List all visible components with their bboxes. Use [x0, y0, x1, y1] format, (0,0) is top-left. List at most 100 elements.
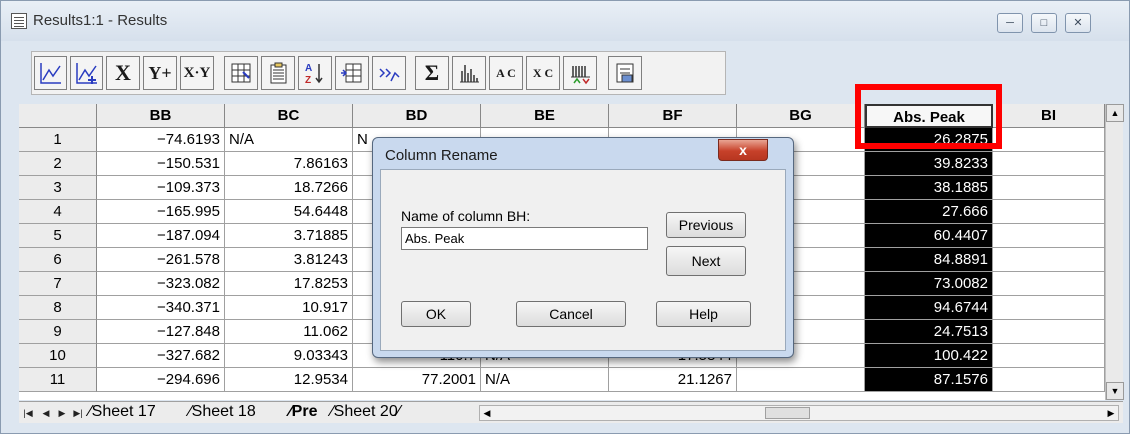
cell-bc[interactable]: 3.81243 — [225, 248, 353, 272]
cell-bi[interactable] — [993, 128, 1105, 152]
cell-be[interactable]: N/A — [481, 368, 609, 392]
row-number[interactable]: 3 — [19, 176, 97, 200]
column-header[interactable]: BF — [609, 104, 737, 128]
cell-abs-peak[interactable]: 27.666 — [865, 200, 993, 224]
cell-bf[interactable]: 21.1267 — [609, 368, 737, 392]
horizontal-scrollbar[interactable]: ◀ ▶ — [479, 405, 1119, 421]
cell-bi[interactable] — [993, 176, 1105, 200]
cell-abs-peak[interactable]: 60.4407 — [865, 224, 993, 248]
cell-bb[interactable]: −261.578 — [97, 248, 225, 272]
export-icon[interactable] — [608, 56, 642, 90]
cell-bb[interactable]: −165.995 — [97, 200, 225, 224]
cell-bi[interactable] — [993, 344, 1105, 368]
line-plot-add-icon[interactable] — [70, 56, 103, 90]
histogram-icon[interactable] — [452, 56, 486, 90]
first-sheet-icon[interactable]: |◀ — [21, 405, 35, 421]
scroll-left-icon[interactable]: ◀ — [480, 406, 494, 420]
xy-column-button[interactable]: X·Y — [180, 56, 214, 90]
row-number[interactable]: 6 — [19, 248, 97, 272]
cell-bb[interactable]: −150.531 — [97, 152, 225, 176]
cell-bb[interactable]: −327.682 — [97, 344, 225, 368]
cell-abs-peak[interactable]: 94.6744 — [865, 296, 993, 320]
cell-bc[interactable]: 12.9534 — [225, 368, 353, 392]
cell-bb[interactable]: −323.082 — [97, 272, 225, 296]
cell-bc[interactable]: N/A — [225, 128, 353, 152]
dialog-close-icon[interactable]: x — [718, 139, 768, 161]
cell-abs-peak[interactable]: 38.1885 — [865, 176, 993, 200]
sum-button[interactable]: Σ — [415, 56, 449, 90]
scroll-thumb[interactable] — [765, 407, 810, 419]
row-number[interactable]: 10 — [19, 344, 97, 368]
column-name-input[interactable] — [401, 227, 648, 250]
next-button[interactable]: Next — [666, 246, 746, 276]
scroll-down-icon[interactable]: ▼ — [1106, 382, 1124, 400]
prev-sheet-icon[interactable]: ◀ — [39, 405, 53, 421]
cell-bb[interactable]: −340.371 — [97, 296, 225, 320]
row-number[interactable]: 8 — [19, 296, 97, 320]
cell-bi[interactable] — [993, 152, 1105, 176]
cell-bc[interactable]: 18.7266 — [225, 176, 353, 200]
row-number[interactable]: 7 — [19, 272, 97, 296]
cell-bg[interactable] — [737, 368, 865, 392]
column-header[interactable]: BE — [481, 104, 609, 128]
row-number[interactable]: 1 — [19, 128, 97, 152]
paste-icon[interactable] — [261, 56, 295, 90]
insert-column-icon[interactable] — [335, 56, 369, 90]
next-sheet-icon[interactable]: ▶ — [55, 405, 69, 421]
cell-bc[interactable]: 7.86163 — [225, 152, 353, 176]
cell-abs-peak[interactable]: 24.7513 — [865, 320, 993, 344]
x-column-button[interactable]: X — [106, 56, 140, 90]
row-number[interactable]: 11 — [19, 368, 97, 392]
line-plot-icon[interactable] — [34, 56, 67, 90]
cell-bc[interactable]: 10.917 — [225, 296, 353, 320]
cell-bi[interactable] — [993, 200, 1105, 224]
ac-button[interactable]: A C — [489, 56, 523, 90]
cell-bi[interactable] — [993, 272, 1105, 296]
cell-bi[interactable] — [993, 320, 1105, 344]
sheet-tab-active[interactable]: ⁄Pre — [289, 402, 317, 422]
cell-abs-peak[interactable]: 26.2875 — [865, 128, 993, 152]
cell-bc[interactable]: 3.71885 — [225, 224, 353, 248]
y-column-button[interactable]: Y+ — [143, 56, 177, 90]
import-icon[interactable] — [224, 56, 258, 90]
title-bar[interactable]: Results1:1 - Results ─ □ ✕ — [1, 1, 1129, 41]
column-header[interactable]: BD — [353, 104, 481, 128]
sheet-tab[interactable]: ⁄Sheet 20⁄ — [331, 402, 400, 422]
previous-button[interactable]: Previous — [666, 212, 746, 238]
cell-bc[interactable]: 17.8253 — [225, 272, 353, 296]
cell-abs-peak[interactable]: 73.0082 — [865, 272, 993, 296]
ok-button[interactable]: OK — [401, 301, 471, 327]
cell-bd[interactable]: 77.2001 — [353, 368, 481, 392]
sheet-tab[interactable]: ⁄Sheet 18 — [189, 402, 256, 422]
cell-bb[interactable]: −74.6193 — [97, 128, 225, 152]
cell-bi[interactable] — [993, 248, 1105, 272]
minimize-icon[interactable]: ─ — [997, 13, 1023, 33]
column-header[interactable]: BB — [97, 104, 225, 128]
cell-bb[interactable]: −187.094 — [97, 224, 225, 248]
row-number[interactable]: 4 — [19, 200, 97, 224]
vertical-scrollbar[interactable]: ▲ ▼ — [1105, 104, 1124, 400]
close-icon[interactable]: ✕ — [1065, 13, 1091, 33]
cancel-button[interactable]: Cancel — [516, 301, 626, 327]
restore-icon[interactable]: □ — [1031, 13, 1057, 33]
column-header[interactable]: BC — [225, 104, 353, 128]
scroll-right-icon[interactable]: ▶ — [1104, 406, 1118, 420]
scroll-up-icon[interactable]: ▲ — [1106, 104, 1124, 122]
sheet-tab[interactable]: ⁄Sheet 17 — [89, 402, 156, 422]
sort-icon[interactable]: AZ — [298, 56, 332, 90]
column-header[interactable]: BI — [993, 104, 1105, 128]
row-number[interactable]: 5 — [19, 224, 97, 248]
cell-abs-peak[interactable]: 87.1576 — [865, 368, 993, 392]
cell-bb[interactable]: −109.373 — [97, 176, 225, 200]
cell-abs-peak[interactable]: 39.8233 — [865, 152, 993, 176]
cell-bb[interactable]: −294.696 — [97, 368, 225, 392]
cell-bc[interactable]: 9.03343 — [225, 344, 353, 368]
help-button[interactable]: Help — [656, 301, 751, 327]
xc-button[interactable]: X C — [526, 56, 560, 90]
cell-bi[interactable] — [993, 368, 1105, 392]
cell-bc[interactable]: 11.062 — [225, 320, 353, 344]
cell-bb[interactable]: −127.848 — [97, 320, 225, 344]
peak-icon[interactable] — [563, 56, 597, 90]
last-sheet-icon[interactable]: ▶| — [71, 405, 85, 421]
corner-cell[interactable] — [19, 104, 97, 128]
